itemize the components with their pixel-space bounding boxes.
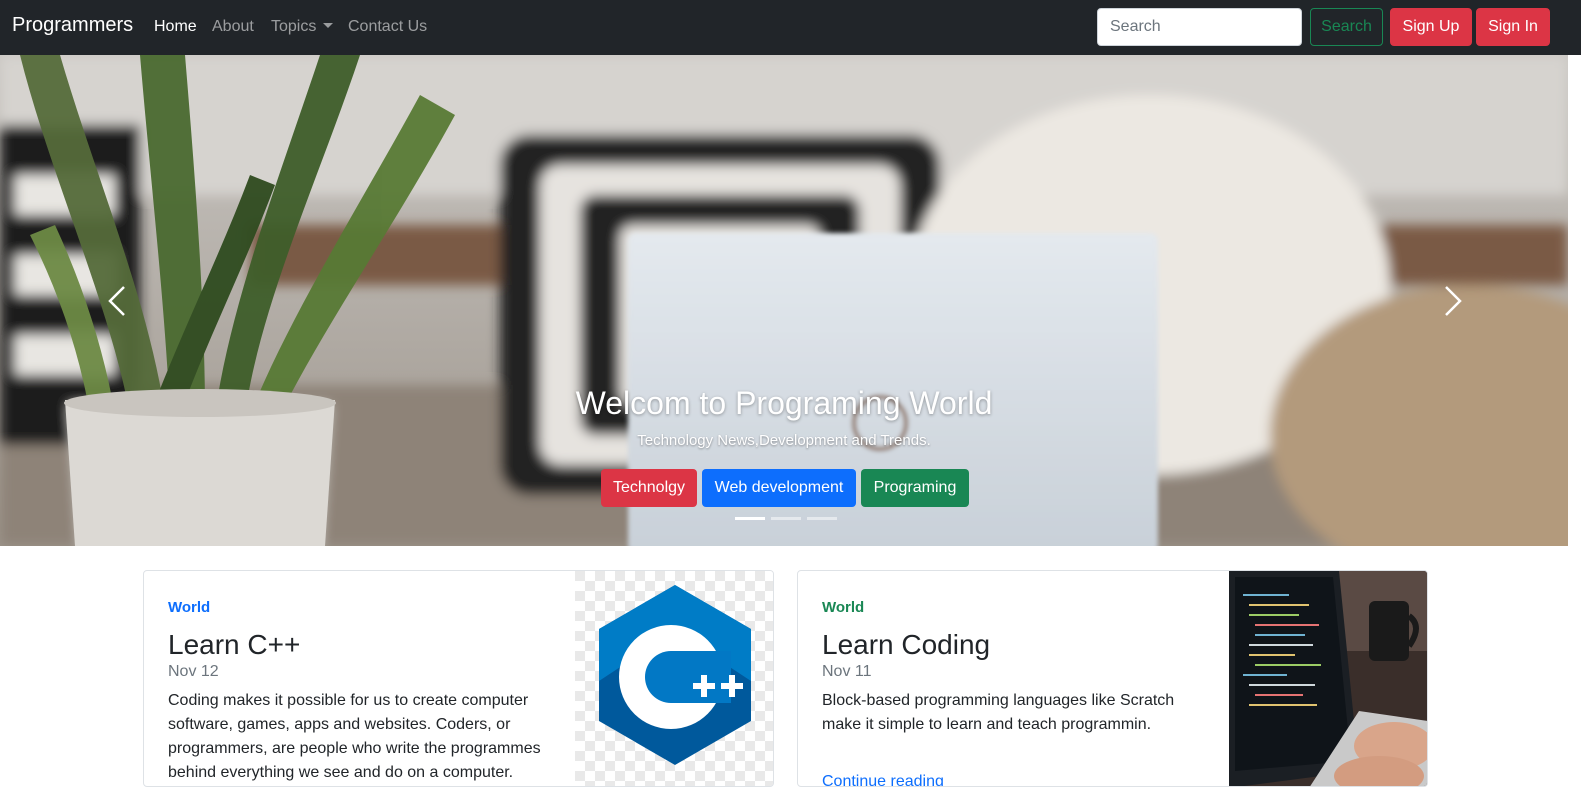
carousel-prev-icon[interactable]	[98, 281, 138, 321]
continue-reading-link[interactable]: Continue reading	[822, 773, 944, 786]
hero-title: Welcom to Programing World	[575, 385, 993, 421]
web-development-button[interactable]: Web development	[702, 469, 856, 507]
signup-button[interactable]: Sign Up	[1390, 8, 1472, 46]
carousel-indicator-3[interactable]	[807, 517, 837, 520]
card-date: Nov 12	[168, 663, 219, 680]
hero-carousel: Welcom to Programing World Technology Ne…	[0, 55, 1568, 546]
brand-link[interactable]: Programmers	[12, 14, 133, 37]
hero-subtitle: Technology News,Development and Trends.	[637, 432, 931, 449]
card-title: Learn Coding	[822, 629, 991, 660]
search-button[interactable]: Search	[1310, 8, 1383, 46]
nav-topics-dropdown[interactable]: Topics	[271, 18, 334, 36]
technology-button[interactable]: Technolgy	[601, 469, 697, 507]
carousel-next-icon[interactable]	[1432, 281, 1472, 321]
nav-contact[interactable]: Contact Us	[348, 18, 427, 36]
card-text: Block-based programming languages like S…	[822, 692, 1175, 733]
article-card-cpp: World Learn C++ Nov 12 Coding makes it p…	[143, 570, 774, 787]
card-date: Nov 11	[822, 663, 872, 680]
article-card-coding: World Learn Coding Nov 11 Block-based pr…	[797, 570, 1428, 787]
carousel-indicator-1[interactable]	[735, 517, 765, 520]
nav-topics-label: Topics	[271, 18, 317, 35]
nav-home[interactable]: Home	[154, 18, 197, 36]
carousel-indicator-2[interactable]	[771, 517, 801, 520]
programming-button[interactable]: Programing	[861, 469, 969, 507]
laptop-coding-image	[1229, 571, 1427, 786]
card-category: World	[822, 599, 865, 616]
cpp-logo-image	[575, 571, 773, 786]
card-text: Coding makes it possible for us to creat…	[168, 692, 541, 781]
chevron-down-icon	[323, 23, 334, 28]
signin-button[interactable]: Sign In	[1476, 8, 1550, 46]
card-title: Learn C++	[168, 629, 301, 660]
card-category: World	[168, 599, 211, 616]
nav-about[interactable]: About	[212, 18, 254, 36]
search-input[interactable]	[1097, 8, 1302, 46]
navbar: Programmers Home About Topics Contact Us…	[0, 0, 1581, 55]
